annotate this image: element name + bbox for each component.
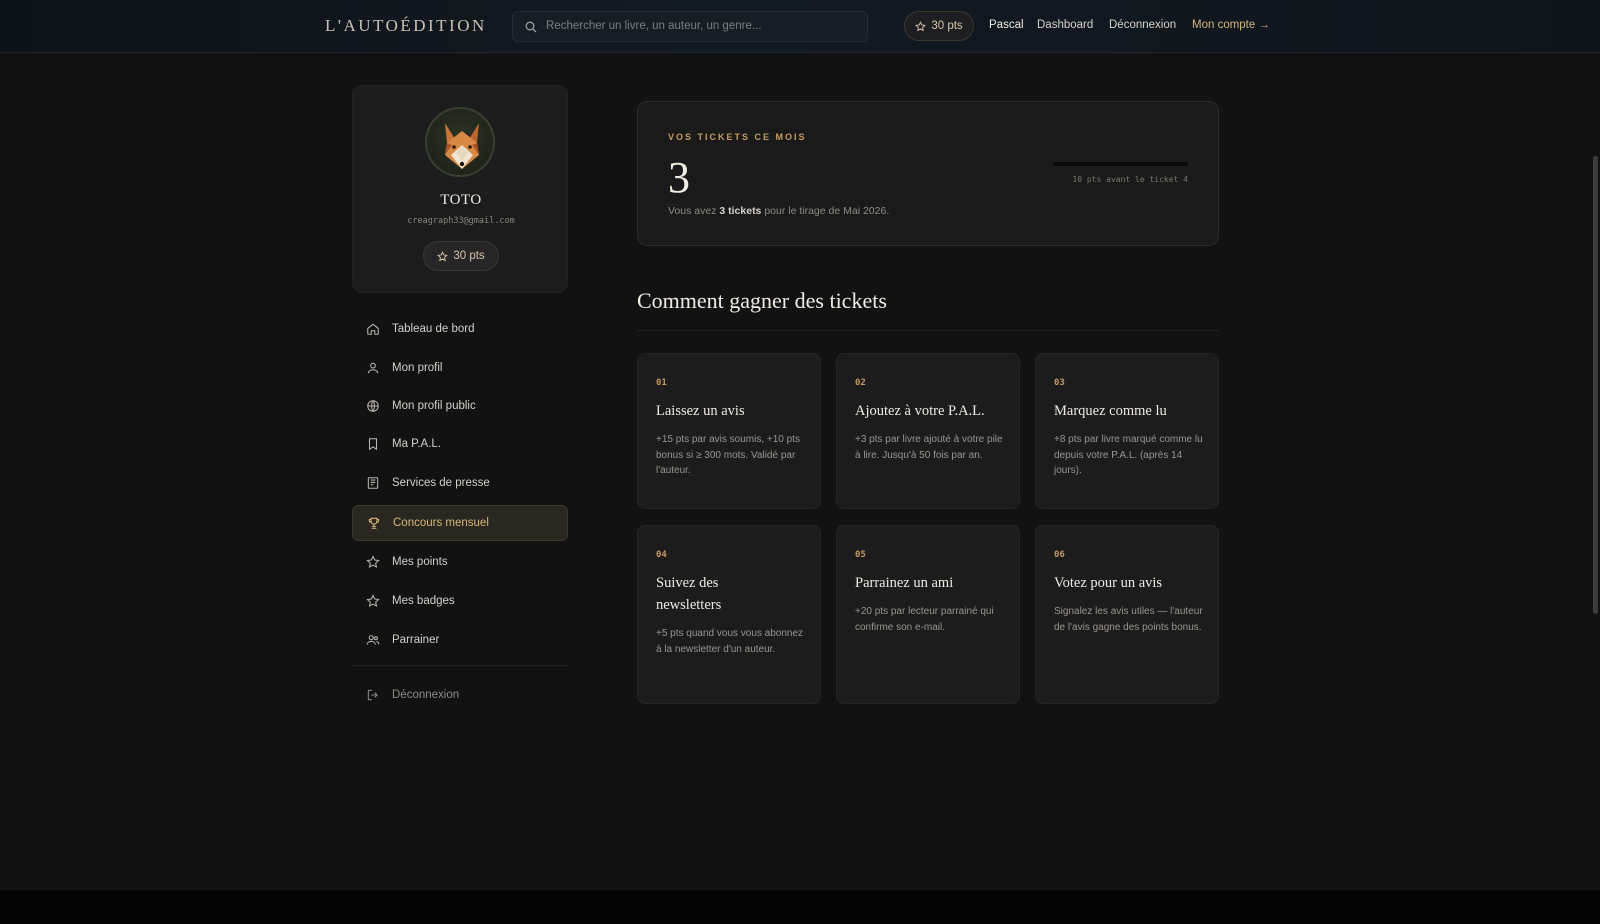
sidebar-divider [352, 665, 568, 666]
section-title: Comment gagner des tickets [637, 288, 887, 313]
nav-logout-link[interactable]: Déconnexion [1109, 19, 1176, 31]
sidebar-logout[interactable]: Déconnexion [352, 677, 568, 713]
step-title: Parrainez un ami [855, 575, 954, 591]
profile-points-label: 30 pts [453, 250, 485, 262]
tickets-desc-prefix: Vous avez [668, 205, 720, 217]
step-description: +3 pts par livre ajouté à votre pile à l… [855, 434, 1003, 461]
tickets-desc-bold: 3 tickets [719, 205, 762, 217]
site-logo[interactable]: L'AUTOÉDITION [325, 16, 487, 36]
next-ticket-progress-bar [1053, 162, 1188, 166]
step-number: 02 [855, 378, 866, 388]
logout-icon [367, 689, 378, 701]
step-title: Laissez un avis [656, 403, 745, 419]
home-icon [367, 323, 379, 335]
star-icon [366, 594, 380, 608]
points-badge-label: 30 pts [931, 20, 963, 32]
step-card-parrainez-un-ami: 05 Parrainez un ami +20 pts par lecteur … [836, 525, 1020, 704]
sidebar-item-label: Tableau de bord [392, 323, 475, 335]
tickets-count: 3 [668, 153, 690, 202]
profile-points-badge[interactable]: 30 pts [423, 241, 499, 271]
star-icon [915, 20, 927, 31]
star-icon [366, 555, 380, 569]
avatar[interactable] [425, 107, 495, 177]
sidebar-item-mes-points[interactable]: Mes points [352, 544, 568, 580]
sidebar-item-ma-pal[interactable]: Ma P.A.L. [352, 426, 568, 462]
trophy-icon [368, 517, 380, 529]
section-divider [637, 330, 1219, 331]
globe-icon [367, 400, 379, 412]
sidebar-item-mon-profil[interactable]: Mon profil [352, 350, 568, 386]
sidebar-item-services-de-presse[interactable]: Services de presse [352, 465, 568, 501]
profile-email: creagraph33@gmail.com [407, 216, 515, 226]
sidebar-item-concours-mensuel[interactable]: Concours mensuel [352, 505, 568, 541]
sidebar-item-mes-badges[interactable]: Mes badges [352, 583, 568, 619]
step-title: Suivez des newsletters [656, 575, 722, 613]
profile-name: TOTO [440, 192, 482, 208]
step-number: 06 [1054, 550, 1065, 560]
footer-band [0, 890, 1600, 924]
sidebar-item-label: Mon profil [392, 362, 443, 374]
step-card-votez-pour-un-avis: 06 Votez pour un avis Signalez les avis … [1035, 525, 1219, 704]
fox-avatar-icon [445, 123, 479, 169]
step-card-ajoutez-pal: 02 Ajoutez à votre P.A.L. +3 pts par liv… [836, 353, 1020, 509]
sidebar-item-label: Mon profil public [392, 400, 476, 412]
bookmark-icon [368, 438, 378, 451]
sidebar-item-label: Mes points [392, 556, 448, 568]
step-description: +5 pts quand vous vous abonnez à la news… [656, 628, 804, 655]
sidebar-item-mon-profil-public[interactable]: Mon profil public [352, 388, 568, 424]
sidebar-logout-label: Déconnexion [392, 689, 460, 701]
tickets-desc-suffix: pour le tirage de Mai 2026. [761, 205, 890, 217]
users-icon [366, 635, 380, 645]
search-placeholder: Rechercher un livre, un auteur, un genre… [546, 20, 762, 32]
sidebar-item-tableau-de-bord[interactable]: Tableau de bord [352, 311, 568, 347]
sidebar-item-label: Mes badges [392, 595, 455, 607]
sidebar-item-label: Ma P.A.L. [392, 438, 442, 450]
star-icon [437, 250, 449, 261]
sidebar-item-label: Concours mensuel [393, 517, 489, 529]
step-description: +15 pts par avis soumis, +10 pts bonus s… [656, 434, 800, 476]
step-description: +20 pts par lecteur parrainé qui confirm… [855, 606, 994, 633]
step-title: Marquez comme lu [1054, 403, 1167, 419]
user-icon [367, 362, 379, 374]
step-number: 05 [855, 550, 866, 560]
nav-dashboard-link[interactable]: Dashboard [1037, 19, 1093, 31]
search-icon [525, 21, 537, 33]
search-input[interactable]: Rechercher un livre, un auteur, un genre… [512, 11, 868, 42]
tickets-description: Vous avez 3 tickets pour le tirage de Ma… [668, 205, 889, 217]
step-card-suivez-newsletters: 04 Suivez des newsletters +5 pts quand v… [637, 525, 821, 704]
sidebar-item-label: Parrainer [392, 634, 440, 646]
monthly-tickets-card: VOS TICKETS CE MOIS 3 Vous avez 3 ticket… [637, 101, 1219, 246]
newspaper-icon [367, 477, 379, 489]
step-number: 04 [656, 550, 667, 560]
sidebar-item-label: Services de presse [392, 477, 490, 489]
next-ticket-text: 10 pts avant le ticket 4 [1072, 175, 1188, 184]
step-title: Votez pour un avis [1054, 575, 1163, 591]
nav-user-name[interactable]: Pascal [989, 19, 1024, 31]
top-navigation-bar: L'AUTOÉDITION Rechercher un livre, un au… [0, 0, 1600, 53]
sidebar-item-parrainer[interactable]: Parrainer [352, 622, 568, 658]
step-description: +8 pts par livre marqué comme lu depuis … [1054, 434, 1203, 476]
profile-card: TOTO creagraph33@gmail.com 30 pts [352, 85, 568, 293]
points-badge[interactable]: 30 pts [904, 11, 974, 41]
page-scrollbar[interactable] [1593, 156, 1598, 614]
nav-account-link[interactable]: Mon compte → [1192, 19, 1270, 31]
step-number: 01 [656, 378, 667, 388]
step-card-marquez-comme-lu: 03 Marquez comme lu +8 pts par livre mar… [1035, 353, 1219, 509]
step-title: Ajoutez à votre P.A.L. [855, 403, 985, 419]
step-number: 03 [1054, 378, 1065, 388]
step-card-laissez-un-avis: 01 Laissez un avis +15 pts par avis soum… [637, 353, 821, 509]
step-description: Signalez les avis utiles — l'auteur de l… [1054, 606, 1203, 633]
tickets-label: VOS TICKETS CE MOIS [668, 132, 807, 142]
